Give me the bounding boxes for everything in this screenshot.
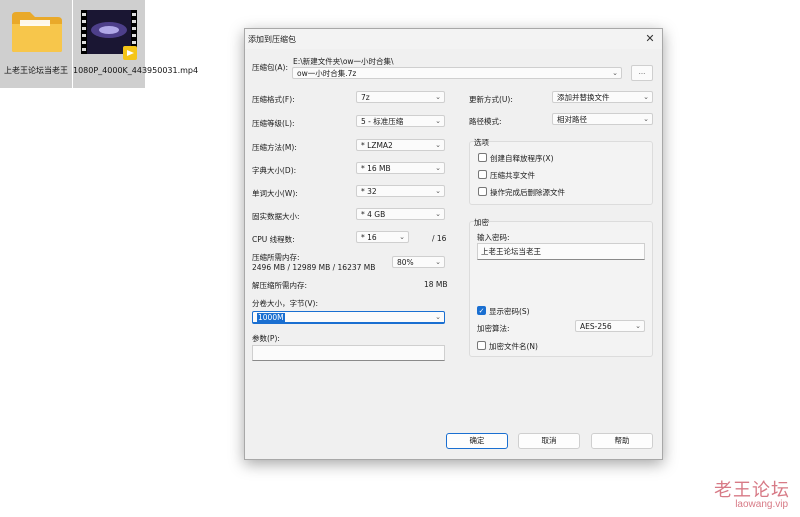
- sfx-label: 创建自释放程序(X): [490, 154, 554, 163]
- check-icon: ✓: [478, 307, 485, 315]
- params-input[interactable]: [252, 345, 445, 361]
- dict-label: 字典大小(D):: [252, 166, 297, 175]
- close-icon: ✕: [645, 32, 655, 45]
- help-button[interactable]: 帮助: [591, 433, 653, 449]
- split-label: 分卷大小，字节(V):: [252, 299, 319, 308]
- delete-checkbox[interactable]: [478, 187, 487, 196]
- archive-name-combo[interactable]: ow一小时合集.7z ⌄: [292, 67, 622, 79]
- encryption-title: 加密: [474, 218, 489, 227]
- level-value: 5 - 标准压缩: [361, 117, 404, 126]
- cpu-label: CPU 线程数:: [252, 235, 295, 244]
- encrypt-names-label: 加密文件名(N): [489, 342, 538, 351]
- update-value: 添加并替换文件: [557, 93, 610, 102]
- memory-detail: 2496 MB / 12989 MB / 16237 MB: [252, 263, 376, 272]
- split-size-selected: 1000M: [257, 313, 285, 322]
- chevron-down-icon: ⌄: [435, 313, 441, 321]
- chevron-down-icon: ⌄: [435, 164, 441, 172]
- archive-label: 压缩包(A):: [252, 63, 289, 72]
- split-size-value: 1000M: [257, 313, 285, 323]
- memory-label: 压缩所需内存:: [252, 253, 300, 262]
- video-file-icon: [81, 10, 137, 60]
- folder-icon: [12, 12, 62, 52]
- memory-percent-select[interactable]: 80% ⌄: [392, 256, 445, 268]
- encrypt-names-checkbox[interactable]: [477, 341, 486, 350]
- chevron-down-icon: ⌄: [635, 322, 641, 330]
- split-size-combo[interactable]: 1000M ⌄: [252, 311, 445, 324]
- word-select[interactable]: * 32 ⌄: [356, 185, 445, 197]
- enc-method-select[interactable]: AES-256 ⌄: [575, 320, 645, 332]
- cpu-total: / 16: [432, 234, 447, 243]
- chevron-down-icon: ⌄: [643, 115, 649, 123]
- watermark-url: laowang.vip: [735, 499, 788, 510]
- decompress-memory-value: 18 MB: [424, 280, 448, 289]
- show-password-checkbox[interactable]: ✓: [477, 306, 486, 315]
- dict-select[interactable]: * 16 MB ⌄: [356, 162, 445, 174]
- format-select[interactable]: 7z ⌄: [356, 91, 445, 103]
- chevron-down-icon: ⌄: [435, 117, 441, 125]
- shared-checkbox[interactable]: [478, 170, 487, 179]
- chevron-down-icon: ⌄: [435, 258, 441, 266]
- method-select[interactable]: * LZMA2 ⌄: [356, 139, 445, 151]
- params-label: 参数(P):: [252, 334, 280, 343]
- enc-method-label: 加密算法:: [477, 324, 510, 333]
- chevron-down-icon: ⌄: [435, 187, 441, 195]
- dict-value: * 16 MB: [361, 164, 391, 173]
- show-password-label: 显示密码(S): [489, 307, 530, 316]
- chevron-down-icon: ⌄: [435, 210, 441, 218]
- solid-label: 固实数据大小:: [252, 212, 300, 221]
- desktop-folder-item[interactable]: 上老王论坛当老王: [0, 0, 72, 88]
- password-label: 输入密码:: [477, 233, 510, 242]
- folder-label: 上老王论坛当老王: [4, 66, 68, 75]
- format-label: 压缩格式(F):: [252, 95, 295, 104]
- archive-path: E:\新建文件夹\ow一小时合集\: [293, 57, 394, 66]
- solid-select[interactable]: * 4 GB ⌄: [356, 208, 445, 220]
- close-button[interactable]: ✕: [642, 31, 658, 47]
- pathmode-value: 相对路径: [557, 115, 587, 124]
- sfx-checkbox[interactable]: [478, 153, 487, 162]
- pathmode-select[interactable]: 相对路径 ⌄: [552, 113, 653, 125]
- method-value: * LZMA2: [361, 141, 393, 150]
- format-value: 7z: [361, 93, 370, 102]
- browse-button[interactable]: ...: [631, 65, 653, 81]
- titlebar: 添加到压缩包 ✕: [245, 29, 662, 49]
- chevron-down-icon: ⌄: [435, 93, 441, 101]
- word-value: * 32: [361, 187, 377, 196]
- ok-button[interactable]: 确定: [446, 433, 508, 449]
- chevron-down-icon: ⌄: [643, 93, 649, 101]
- shared-label: 压缩共享文件: [490, 171, 535, 180]
- memory-percent-value: 80%: [397, 258, 414, 267]
- level-select[interactable]: 5 - 标准压缩 ⌄: [356, 115, 445, 127]
- cpu-select[interactable]: * 16 ⌄: [356, 231, 409, 243]
- add-to-archive-dialog: 添加到压缩包 ✕ 压缩包(A): E:\新建文件夹\ow一小时合集\ ow一小时…: [244, 28, 663, 460]
- decompress-memory-label: 解压缩所需内存:: [252, 281, 308, 290]
- options-title: 选项: [474, 138, 489, 147]
- update-select[interactable]: 添加并替换文件 ⌄: [552, 91, 653, 103]
- word-label: 单词大小(W):: [252, 189, 298, 198]
- chevron-down-icon: ⌄: [612, 69, 618, 77]
- enc-method-value: AES-256: [580, 322, 612, 331]
- dialog-title: 添加到压缩包: [248, 35, 296, 44]
- update-label: 更新方式(U):: [469, 95, 513, 104]
- method-label: 压缩方法(M):: [252, 143, 297, 152]
- level-label: 压缩等级(L):: [252, 119, 295, 128]
- cpu-value: * 16: [361, 233, 377, 242]
- pathmode-label: 路径模式:: [469, 117, 502, 126]
- video-label: 1080P_4000K_443950031.mp4: [73, 66, 199, 75]
- delete-label: 操作完成后删除源文件: [490, 188, 565, 197]
- solid-value: * 4 GB: [361, 210, 386, 219]
- cancel-button[interactable]: 取消: [518, 433, 580, 449]
- password-input[interactable]: 上老王论坛当老王: [477, 243, 645, 260]
- desktop-video-item[interactable]: 1080P_4000K_443950031.mp4: [73, 0, 199, 88]
- chevron-down-icon: ⌄: [399, 233, 405, 241]
- archive-name-value: ow一小时合集.7z: [297, 69, 357, 78]
- password-value: 上老王论坛当老王: [481, 247, 541, 256]
- chevron-down-icon: ⌄: [435, 141, 441, 149]
